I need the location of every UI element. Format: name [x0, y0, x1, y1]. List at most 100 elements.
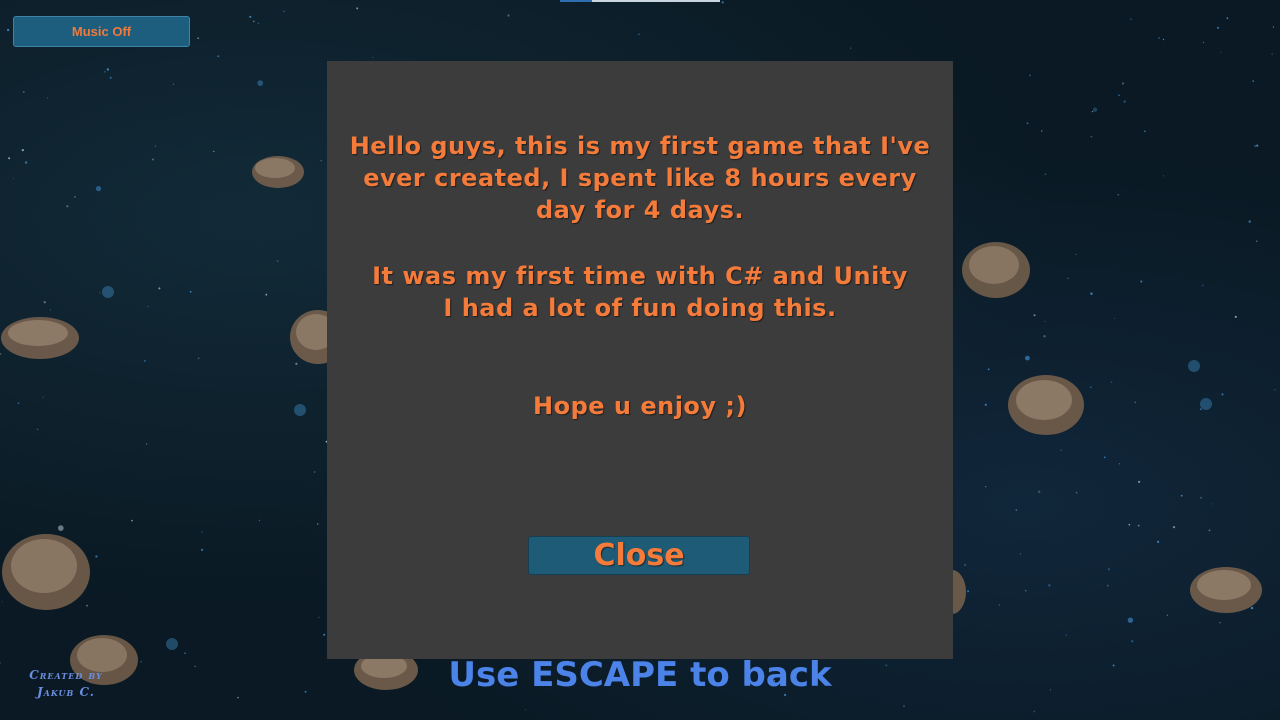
- star: [987, 368, 990, 371]
- top-progress-bar-accent: [560, 0, 592, 2]
- star: [1138, 480, 1141, 483]
- star: [46, 97, 49, 99]
- star: [276, 260, 279, 263]
- star-glow: [294, 404, 306, 416]
- star: [1272, 26, 1275, 28]
- dialog-message-line: day for 4 days.: [536, 196, 744, 224]
- star: [1106, 584, 1109, 587]
- star: [158, 287, 161, 290]
- star-glow: [166, 638, 178, 650]
- star: [1226, 17, 1229, 20]
- star: [318, 616, 320, 619]
- star: [1200, 497, 1202, 499]
- star: [1026, 122, 1029, 125]
- close-button-label: Close: [593, 538, 685, 573]
- star: [1248, 220, 1251, 223]
- star: [98, 292, 101, 294]
- star: [985, 486, 987, 488]
- asteroid-icon: [962, 242, 1030, 298]
- star: [66, 205, 69, 208]
- star: [1112, 664, 1115, 667]
- star: [184, 652, 187, 655]
- star: [850, 47, 852, 49]
- credits: Created by Jakub C.: [14, 667, 118, 701]
- star: [1075, 491, 1078, 494]
- star: [1273, 388, 1276, 391]
- close-button[interactable]: Close: [528, 536, 750, 575]
- star: [131, 519, 133, 522]
- star: [1044, 321, 1046, 322]
- star: [17, 402, 20, 405]
- star: [1256, 144, 1259, 147]
- star: [1015, 509, 1018, 511]
- star: [1221, 393, 1224, 396]
- star: [106, 68, 110, 71]
- star: [252, 20, 255, 23]
- dialog-message-line: Hope u enjoy ;): [533, 392, 747, 420]
- star: [1050, 689, 1051, 691]
- music-toggle-button[interactable]: Music Off: [13, 16, 190, 47]
- asteroid-icon: [1008, 375, 1084, 435]
- star: [1044, 173, 1047, 176]
- star: [140, 660, 143, 663]
- star: [1129, 18, 1132, 21]
- asteroid-icon: [1, 317, 79, 359]
- star: [22, 91, 25, 93]
- star: [197, 37, 199, 39]
- star: [146, 443, 148, 445]
- star: [1090, 292, 1093, 295]
- star: [152, 158, 154, 161]
- star: [1117, 194, 1120, 196]
- star: [1134, 401, 1137, 404]
- star: [1090, 135, 1093, 138]
- star: [1019, 553, 1022, 555]
- star: [237, 696, 239, 699]
- asteroid-icon: [252, 156, 304, 188]
- star: [1107, 568, 1110, 571]
- star: [147, 306, 149, 308]
- star: [103, 70, 106, 73]
- star: [12, 178, 14, 180]
- star: [1060, 449, 1062, 451]
- star: [1110, 381, 1113, 384]
- star: [1093, 107, 1098, 112]
- star: [304, 690, 307, 693]
- escape-hint: Use ESCAPE to back: [448, 655, 832, 695]
- star: [283, 10, 285, 13]
- star: [1128, 523, 1131, 526]
- star: [1202, 41, 1205, 44]
- asteroid-icon: [1190, 567, 1262, 613]
- star: [1212, 503, 1214, 505]
- game-scene: Music Off Hello guys, this is my first g…: [0, 0, 1280, 720]
- star: [1180, 494, 1183, 497]
- star: [189, 290, 192, 293]
- star: [1033, 314, 1036, 317]
- star: [258, 519, 261, 522]
- star: [1216, 26, 1220, 29]
- star: [74, 196, 76, 198]
- star: [1118, 94, 1120, 97]
- star: [1075, 253, 1077, 255]
- star: [964, 563, 967, 567]
- star: [95, 186, 102, 192]
- star: [1271, 53, 1273, 55]
- star: [998, 604, 1001, 606]
- star: [194, 665, 196, 668]
- star: [638, 33, 640, 36]
- star: [257, 22, 260, 25]
- star: [1252, 80, 1255, 82]
- music-toggle-label: Music Off: [71, 24, 132, 39]
- star: [1220, 51, 1222, 53]
- star: [0, 662, 1, 664]
- asteroid-icon: [2, 534, 90, 610]
- star: [249, 15, 252, 18]
- star: [265, 293, 268, 296]
- star: [1067, 277, 1069, 280]
- star: [197, 357, 200, 360]
- star: [1048, 584, 1051, 587]
- dialog-message-line: I had a lot of fun doing this.: [443, 294, 837, 322]
- star: [257, 80, 264, 86]
- star: [1200, 408, 1202, 411]
- asteroid-icon: [290, 310, 328, 364]
- star: [6, 28, 10, 32]
